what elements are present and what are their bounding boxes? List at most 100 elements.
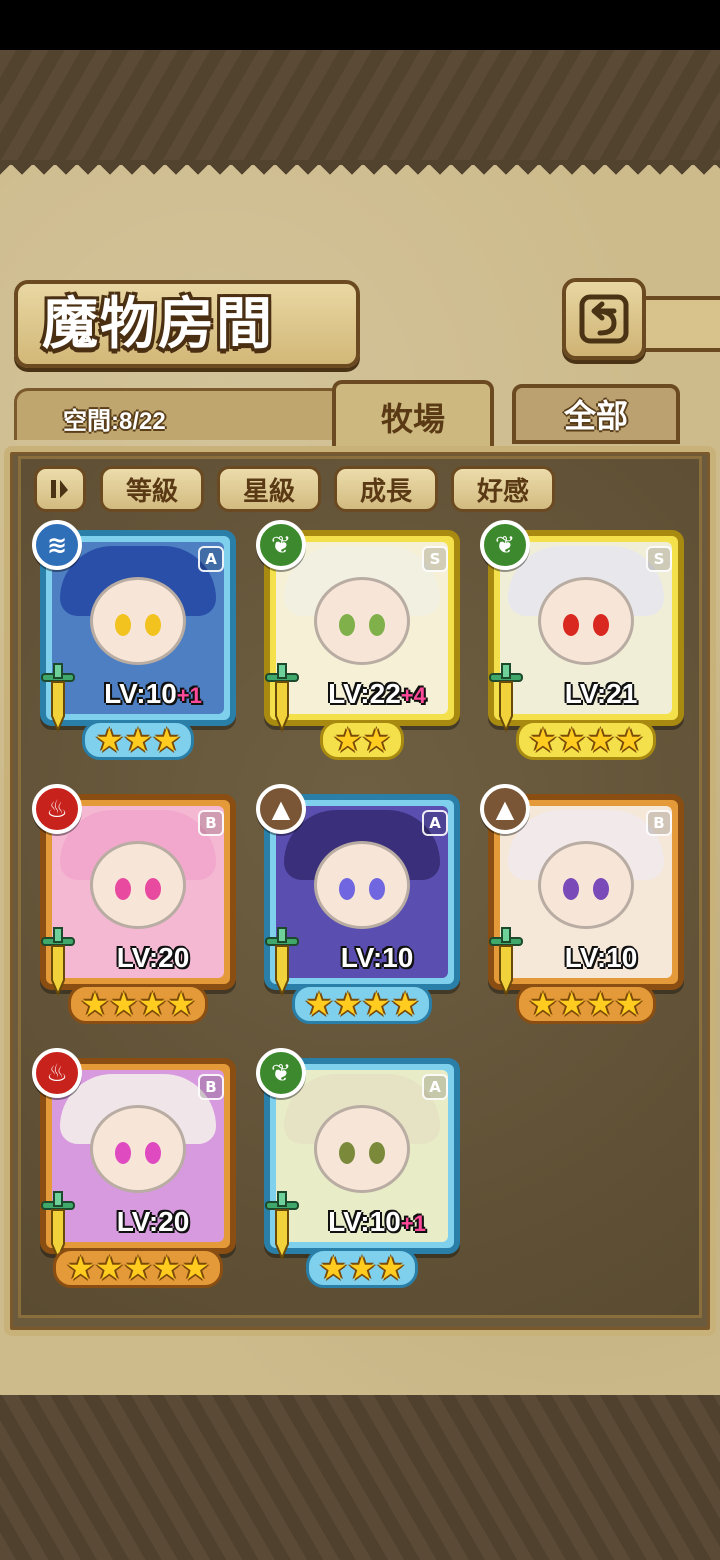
star-icon: ★ xyxy=(376,1249,406,1287)
star-icon: ★ xyxy=(362,721,391,759)
star-icon: ★ xyxy=(333,985,362,1023)
space-counter: 空間:8/22 xyxy=(63,408,166,435)
nature-element-icon: ❦ xyxy=(256,520,306,570)
star-row: ★ ★ ★ ★ xyxy=(291,984,433,1024)
rank-badge: B xyxy=(646,810,672,836)
nature-element-icon: ❦ xyxy=(256,1048,306,1098)
monster-eye xyxy=(115,614,131,637)
monster-eye xyxy=(369,878,385,901)
star-icon: ★ xyxy=(152,1249,182,1287)
sort-star-button[interactable]: 星級 xyxy=(217,466,321,512)
space-bar: 空間:8/22 xyxy=(14,388,344,440)
star-row: ★ ★ ★ ★ xyxy=(515,720,657,760)
back-button[interactable] xyxy=(562,278,646,360)
star-row: ★ ★ ★ xyxy=(81,720,195,760)
monster-eye xyxy=(115,1142,131,1165)
sort-level-button[interactable]: 等級 xyxy=(100,466,204,512)
monster-card[interactable]: B ▲ LV:10 ★ ★ ★ ★ xyxy=(480,784,686,1024)
star-icon: ★ xyxy=(80,985,110,1023)
level-bonus: +1 xyxy=(400,1211,426,1236)
monster-eye xyxy=(369,614,385,637)
level-label: LV:10+1 xyxy=(78,678,228,710)
water-element-icon: ≋ xyxy=(32,520,82,570)
level-label: LV:10+1 xyxy=(302,1206,452,1238)
level-label: LV:22+4 xyxy=(302,678,452,710)
title-plate: 魔物房間 xyxy=(14,280,360,368)
star-icon: ★ xyxy=(528,985,558,1023)
fire-element-icon: ♨ xyxy=(32,784,82,834)
star-icon: ★ xyxy=(109,985,138,1023)
sort-growth-button[interactable]: 成長 xyxy=(334,466,438,512)
rank-badge: A xyxy=(422,810,448,836)
sort-toggle-icon xyxy=(51,480,68,498)
monster-card[interactable]: A ❦ LV:10+1 ★ ★ ★ xyxy=(256,1048,462,1288)
monster-card[interactable]: B ♨ LV:20 ★ ★ ★ ★ xyxy=(32,784,238,1024)
monster-face xyxy=(90,841,186,930)
monster-eye xyxy=(369,1142,385,1165)
star-rating: ★ ★ ★ ★ xyxy=(486,720,686,760)
star-row: ★ ★ ★ ★ ★ xyxy=(53,1248,223,1288)
star-rating: ★ ★ ★ ★ ★ xyxy=(38,1248,238,1288)
level-value: LV:10 xyxy=(104,678,177,709)
star-icon: ★ xyxy=(614,721,644,759)
star-icon: ★ xyxy=(66,1249,95,1287)
star-icon: ★ xyxy=(123,1249,153,1287)
monster-eye xyxy=(563,878,579,901)
monster-face xyxy=(314,1105,410,1194)
star-rating: ★ ★ ★ xyxy=(38,720,238,760)
level-value: LV:22 xyxy=(328,678,401,709)
monster-eye xyxy=(115,878,131,901)
fire-element-icon: ♨ xyxy=(32,1048,82,1098)
level-label: LV:20 xyxy=(78,942,228,974)
nature-element-icon: ❦ xyxy=(480,520,530,570)
monster-face xyxy=(538,577,634,666)
star-row: ★ ★ ★ xyxy=(305,1248,419,1288)
star-icon: ★ xyxy=(94,1249,124,1287)
rank-badge: B xyxy=(198,1074,224,1100)
monster-card[interactable]: A ▲ LV:10 ★ ★ ★ ★ xyxy=(256,784,462,1024)
star-icon: ★ xyxy=(318,1249,348,1287)
sort-affection-button[interactable]: 好感 xyxy=(451,466,555,512)
monster-eye xyxy=(145,1142,161,1165)
level-bonus: +4 xyxy=(400,683,426,708)
status-bar xyxy=(0,0,720,50)
monster-card[interactable]: S ❦ LV:22+4 ★ ★ xyxy=(256,520,462,760)
level-value: LV:10 xyxy=(564,942,638,973)
star-rating: ★ ★ ★ ★ xyxy=(38,984,238,1024)
star-icon: ★ xyxy=(362,985,391,1023)
tab-all[interactable]: 全部 xyxy=(512,384,680,444)
monster-eye xyxy=(145,614,161,637)
star-rating: ★ ★ ★ ★ xyxy=(262,984,462,1024)
monster-eye xyxy=(145,878,161,901)
star-icon: ★ xyxy=(390,985,420,1023)
monster-eye xyxy=(593,614,609,637)
background-top xyxy=(0,50,720,175)
star-icon: ★ xyxy=(528,721,558,759)
level-label: LV:10 xyxy=(302,942,452,974)
monster-card[interactable]: A ≋ LV:10+1 ★ ★ ★ xyxy=(32,520,238,760)
monster-card[interactable]: S ❦ LV:21 ★ ★ ★ ★ xyxy=(480,520,686,760)
star-icon: ★ xyxy=(347,1249,377,1287)
star-icon: ★ xyxy=(152,721,182,759)
monster-card[interactable]: B ♨ LV:20 ★ ★ ★ ★ ★ xyxy=(32,1048,238,1288)
star-icon: ★ xyxy=(304,985,334,1023)
sort-order-toggle[interactable] xyxy=(34,466,86,512)
star-icon: ★ xyxy=(123,721,153,759)
tab-ranch[interactable]: 牧場 xyxy=(332,380,494,450)
level-label: LV:20 xyxy=(78,1206,228,1238)
star-rating: ★ ★ xyxy=(262,720,462,760)
back-arrow-icon xyxy=(579,294,629,344)
star-row: ★ ★ xyxy=(320,720,404,760)
monster-eye xyxy=(563,614,579,637)
zigzag-border-top xyxy=(0,160,720,182)
monster-eye xyxy=(339,878,355,901)
star-icon: ★ xyxy=(94,721,124,759)
star-icon: ★ xyxy=(586,721,615,759)
star-rating: ★ ★ ★ xyxy=(262,1248,462,1288)
star-row: ★ ★ ★ ★ xyxy=(515,984,657,1024)
rank-badge: A xyxy=(422,1074,448,1100)
page-title: 魔物房間 xyxy=(42,291,274,357)
star-icon: ★ xyxy=(614,985,644,1023)
star-icon: ★ xyxy=(138,985,167,1023)
level-label: LV:21 xyxy=(526,678,676,710)
